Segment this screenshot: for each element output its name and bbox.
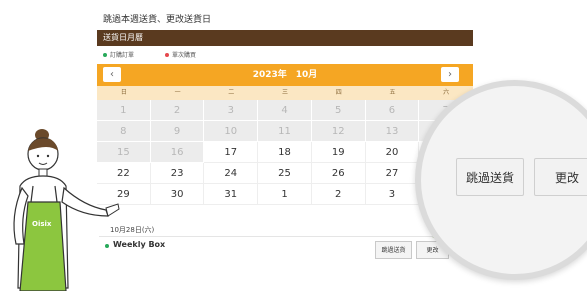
calendar-day[interactable]: 19 [311, 142, 366, 163]
calendar-day: 2 [150, 100, 205, 121]
apron-text: Oisix [32, 220, 52, 228]
calendar-day: 13 [365, 121, 420, 142]
skip-delivery-button[interactable]: 跳過送貨 [375, 241, 412, 259]
calendar-day[interactable]: 30 [150, 184, 205, 205]
weekday-header-row: 日一二三四五六 [97, 86, 473, 100]
calendar-day[interactable]: 1 [258, 184, 312, 205]
chevron-right-icon: › [448, 69, 452, 80]
section-title-bar: 送貨日月曆 [97, 30, 473, 46]
calendar-day: 11 [258, 121, 312, 142]
calendar-day[interactable]: 31 [204, 184, 259, 205]
zoom-change-button[interactable]: 更改 [534, 158, 587, 196]
calendar-day: 6 [365, 100, 420, 121]
calendar-day[interactable]: 23 [150, 163, 205, 184]
calendar-day: 12 [311, 121, 366, 142]
delivery-item-row: Weekly Box 跳過送貨 更改 [99, 236, 469, 263]
weekday-label: 三 [282, 89, 289, 96]
calendar-day[interactable]: 25 [258, 163, 312, 184]
legend-label: 訂購訂單 [110, 52, 135, 59]
calendar-day[interactable]: 18 [258, 142, 312, 163]
calendar-day: 4 [258, 100, 312, 121]
legend-label: 單次購買 [172, 52, 197, 59]
weekday-label: 一 [174, 89, 181, 96]
calendar-week-row: 1234567 [97, 100, 474, 121]
calendar-day[interactable]: 27 [365, 163, 420, 184]
weekday-label: 四 [335, 89, 342, 96]
calendar-day[interactable]: 17 [204, 142, 259, 163]
calendar-day: 1 [97, 100, 151, 121]
calendar-day: 9 [150, 121, 205, 142]
red-dot-icon [165, 52, 169, 57]
calendar-day[interactable]: 20 [365, 142, 420, 163]
calendar-day: 16 [150, 142, 205, 163]
next-month-button[interactable]: › [441, 67, 459, 82]
green-dot-icon [103, 52, 107, 57]
weekday-label: 五 [389, 89, 396, 96]
calendar-day[interactable]: 26 [311, 163, 366, 184]
calendar-week-row: 891011121314 [97, 121, 474, 142]
legend-item-subscription: 訂購訂單 [103, 50, 134, 59]
calendar-month-title: 2023年 10月 [252, 70, 318, 80]
calendar-day[interactable]: 2 [311, 184, 366, 205]
legend-item-single: 單次購買 [165, 50, 196, 59]
calendar-day[interactable]: 24 [204, 163, 259, 184]
calendar-day[interactable]: 3 [365, 184, 420, 205]
calendar-header: ‹ 2023年 10月 › [97, 64, 473, 86]
weekday-label: 二 [228, 89, 235, 96]
calendar-day: 3 [204, 100, 259, 121]
page-title: 跳過本週送貨、更改送貨日 [103, 15, 212, 25]
zoom-skip-delivery-button[interactable]: 跳過送貨 [456, 158, 524, 196]
calendar-day: 10 [204, 121, 259, 142]
woman-illustration: Oisix [13, 129, 120, 291]
weekday-label: 日 [120, 89, 127, 96]
calendar-day: 5 [311, 100, 366, 121]
